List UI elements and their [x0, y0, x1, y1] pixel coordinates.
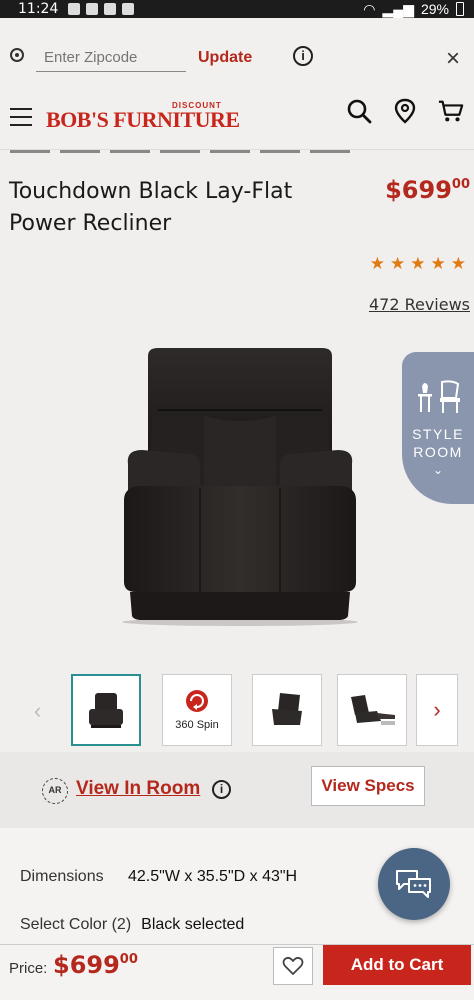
- view-in-room-link[interactable]: View In Room: [76, 778, 200, 800]
- price-cents: 00: [451, 177, 470, 192]
- header-icons: [346, 98, 464, 124]
- product-details: Dimensions 42.5"W x 35.5"D x 43"H Select…: [0, 828, 474, 944]
- thumbnail-carousel: ‹ 360 Spin ›: [0, 674, 474, 746]
- price-dollars: $699: [385, 176, 452, 204]
- view-in-room-section: AR View In Room i View Specs: [0, 752, 474, 828]
- menu-icon[interactable]: [10, 108, 32, 126]
- add-to-cart-button[interactable]: Add to Cart: [323, 945, 471, 985]
- thumbnail-angle[interactable]: [252, 674, 322, 746]
- star-icon: ★: [450, 254, 466, 273]
- info-icon[interactable]: i: [212, 780, 231, 799]
- recliner-thumb-image: [89, 693, 123, 728]
- zipcode-bar: Update i ×: [0, 18, 474, 94]
- favorite-button[interactable]: [273, 947, 313, 985]
- star-icon: ★: [369, 254, 385, 273]
- dimensions-label: Dimensions: [20, 868, 104, 885]
- recliner-reclined-thumb-image: [351, 695, 395, 725]
- price-label: Price:: [9, 960, 48, 977]
- search-icon[interactable]: [346, 98, 372, 124]
- product-title: Touchdown Black Lay-Flat Power Recliner: [9, 179, 293, 236]
- voicemail-icon: [104, 3, 117, 15]
- star-icon: ★: [390, 254, 406, 273]
- chevron-right-icon[interactable]: ›: [416, 674, 458, 746]
- dimensions-value: 42.5"W x 35.5"D x 43"H: [128, 868, 298, 885]
- room-furniture-icon: [418, 380, 460, 413]
- location-pin-icon[interactable]: [392, 98, 418, 124]
- sticky-price: $69900: [53, 951, 138, 979]
- star-icon: ★: [430, 254, 446, 273]
- rotate-360-icon: [186, 690, 208, 712]
- sticky-purchase-bar: Price: $69900 Add to Cart: [0, 944, 474, 1000]
- product-price: $69900: [385, 176, 470, 204]
- battery-icon: [456, 2, 464, 16]
- logo-text: BOB'S FURNITURE: [46, 107, 240, 132]
- wifi-icon: ◠: [363, 0, 376, 17]
- sticky-price-cents: 00: [119, 952, 138, 967]
- thumbnail-front[interactable]: [71, 674, 141, 746]
- chevron-down-icon: ⌄: [432, 463, 444, 477]
- nav-tabs-strip: [0, 150, 474, 156]
- recliner-angle-thumb-image: [272, 693, 302, 725]
- color-label: Select Color (2): [20, 916, 132, 933]
- heart-icon: [282, 956, 304, 975]
- chat-bubbles-icon: [396, 870, 431, 898]
- thumbnail-reclined[interactable]: [337, 674, 407, 746]
- reviews-link[interactable]: 472 Reviews: [369, 295, 470, 314]
- close-icon[interactable]: ×: [446, 45, 460, 73]
- info-icon[interactable]: i: [293, 46, 313, 66]
- sticky-price-dollars: $699: [53, 951, 120, 979]
- rating-stars[interactable]: ★ ★ ★ ★ ★: [370, 255, 466, 272]
- product-image[interactable]: [118, 346, 362, 630]
- notification-icons: [68, 3, 135, 15]
- star-icon: ★: [410, 254, 426, 273]
- style-room-line1: STYLE: [412, 426, 464, 442]
- notification-icon: [68, 3, 81, 15]
- thumbnail-360-spin[interactable]: 360 Spin: [162, 674, 232, 746]
- signal-icon: ▂▄▆: [382, 0, 414, 17]
- site-header: DISCOUNT BOB'S FURNITURE: [0, 94, 474, 150]
- chat-button[interactable]: [378, 848, 450, 920]
- update-button[interactable]: Update: [198, 49, 252, 67]
- status-time: 11:24: [18, 1, 59, 17]
- color-selector[interactable]: Select Color (2) Black selected: [20, 916, 244, 934]
- alert-icon: [86, 3, 99, 15]
- system-icons: ◠ ▂▄▆ 29%: [363, 1, 464, 18]
- view-specs-button[interactable]: View Specs: [311, 766, 425, 806]
- color-selected: Black selected: [141, 916, 245, 933]
- ar-icon[interactable]: AR: [42, 778, 68, 804]
- style-room-tab[interactable]: STYLE ROOM ⌄: [402, 352, 474, 504]
- cart-icon[interactable]: [438, 98, 464, 124]
- zipcode-input[interactable]: [36, 44, 186, 72]
- chevron-left-icon[interactable]: ‹: [34, 698, 41, 724]
- style-room-line2: ROOM: [413, 444, 463, 460]
- status-bar: 11:24 ◠ ▂▄▆ 29%: [0, 0, 474, 18]
- location-target-icon: [10, 48, 24, 62]
- spin-label: 360 Spin: [175, 719, 219, 731]
- battery-percent: 29%: [420, 1, 449, 17]
- plus-icon: [122, 3, 135, 15]
